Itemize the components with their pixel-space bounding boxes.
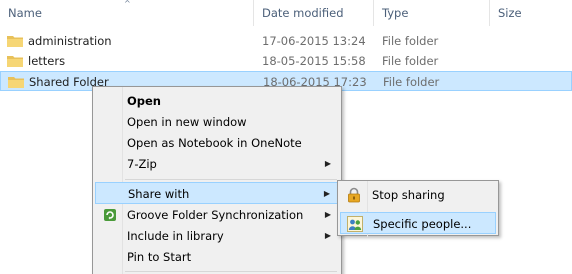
menu-item-stop-sharing[interactable]: Stop sharing	[340, 184, 496, 206]
menu-item-open[interactable]: Open	[95, 90, 339, 112]
groove-sync-icon	[104, 209, 116, 221]
menu-item-label: Pin to Start	[127, 250, 192, 264]
folder-icon	[8, 77, 24, 88]
file-name: letters	[28, 54, 66, 68]
submenu-arrow-icon: ▶	[324, 210, 331, 219]
file-type: File folder	[382, 34, 439, 48]
menu-item-label: Include in library	[127, 229, 224, 243]
menu-item-label: Open as Notebook in OneNote	[127, 136, 302, 150]
menu-item-label: Specific people...	[373, 217, 472, 231]
folder-icon	[7, 36, 23, 47]
file-type: File folder	[382, 54, 439, 68]
menu-item-open-new-window[interactable]: Open in new window	[95, 111, 339, 133]
context-menu: Open Open in new window Open as Notebook…	[92, 86, 342, 274]
file-name: administration	[28, 34, 112, 48]
file-date: 18-05-2015 15:58	[262, 54, 366, 68]
column-type[interactable]: Type	[374, 0, 490, 26]
file-row-letters[interactable]: letters 18-05-2015 15:58 File folder	[0, 51, 572, 71]
people-icon	[347, 216, 363, 232]
column-header: Name ^ Date modified Type Size	[0, 0, 572, 26]
file-date: 17-06-2015 13:24	[262, 34, 366, 48]
submenu-arrow-icon: ▶	[323, 189, 330, 198]
share-with-submenu: Stop sharing Specific people...	[337, 180, 499, 237]
menu-item-label: Open	[127, 94, 161, 108]
sort-up-icon: ^	[124, 0, 131, 8]
menu-item-include-library[interactable]: Include in library ▶	[95, 225, 339, 247]
menu-separator	[125, 271, 337, 272]
menu-item-groove-sync[interactable]: Groove Folder Synchronization ▶	[95, 204, 339, 226]
menu-separator	[125, 179, 337, 180]
menu-item-pin-start[interactable]: Pin to Start	[95, 246, 339, 268]
column-size[interactable]: Size	[490, 0, 572, 26]
menu-item-7zip[interactable]: 7-Zip ▶	[95, 153, 339, 175]
menu-item-label: Share with	[128, 187, 190, 201]
menu-item-specific-people[interactable]: Specific people...	[340, 212, 496, 234]
menu-item-label: Groove Folder Synchronization	[127, 208, 304, 222]
menu-item-open-onenote[interactable]: Open as Notebook in OneNote	[95, 132, 339, 154]
menu-item-label: Open in new window	[127, 115, 247, 129]
submenu-arrow-icon: ▶	[324, 159, 331, 168]
column-date-modified[interactable]: Date modified	[254, 0, 374, 26]
lock-icon	[348, 187, 360, 203]
file-type: File folder	[383, 75, 440, 89]
menu-item-share-with[interactable]: Share with ▶	[95, 182, 339, 204]
folder-icon	[7, 56, 23, 67]
menu-item-label: Stop sharing	[372, 188, 445, 202]
file-row-administration[interactable]: administration 17-06-2015 13:24 File fol…	[0, 31, 572, 51]
menu-item-label: 7-Zip	[127, 157, 157, 171]
submenu-arrow-icon: ▶	[324, 231, 331, 240]
